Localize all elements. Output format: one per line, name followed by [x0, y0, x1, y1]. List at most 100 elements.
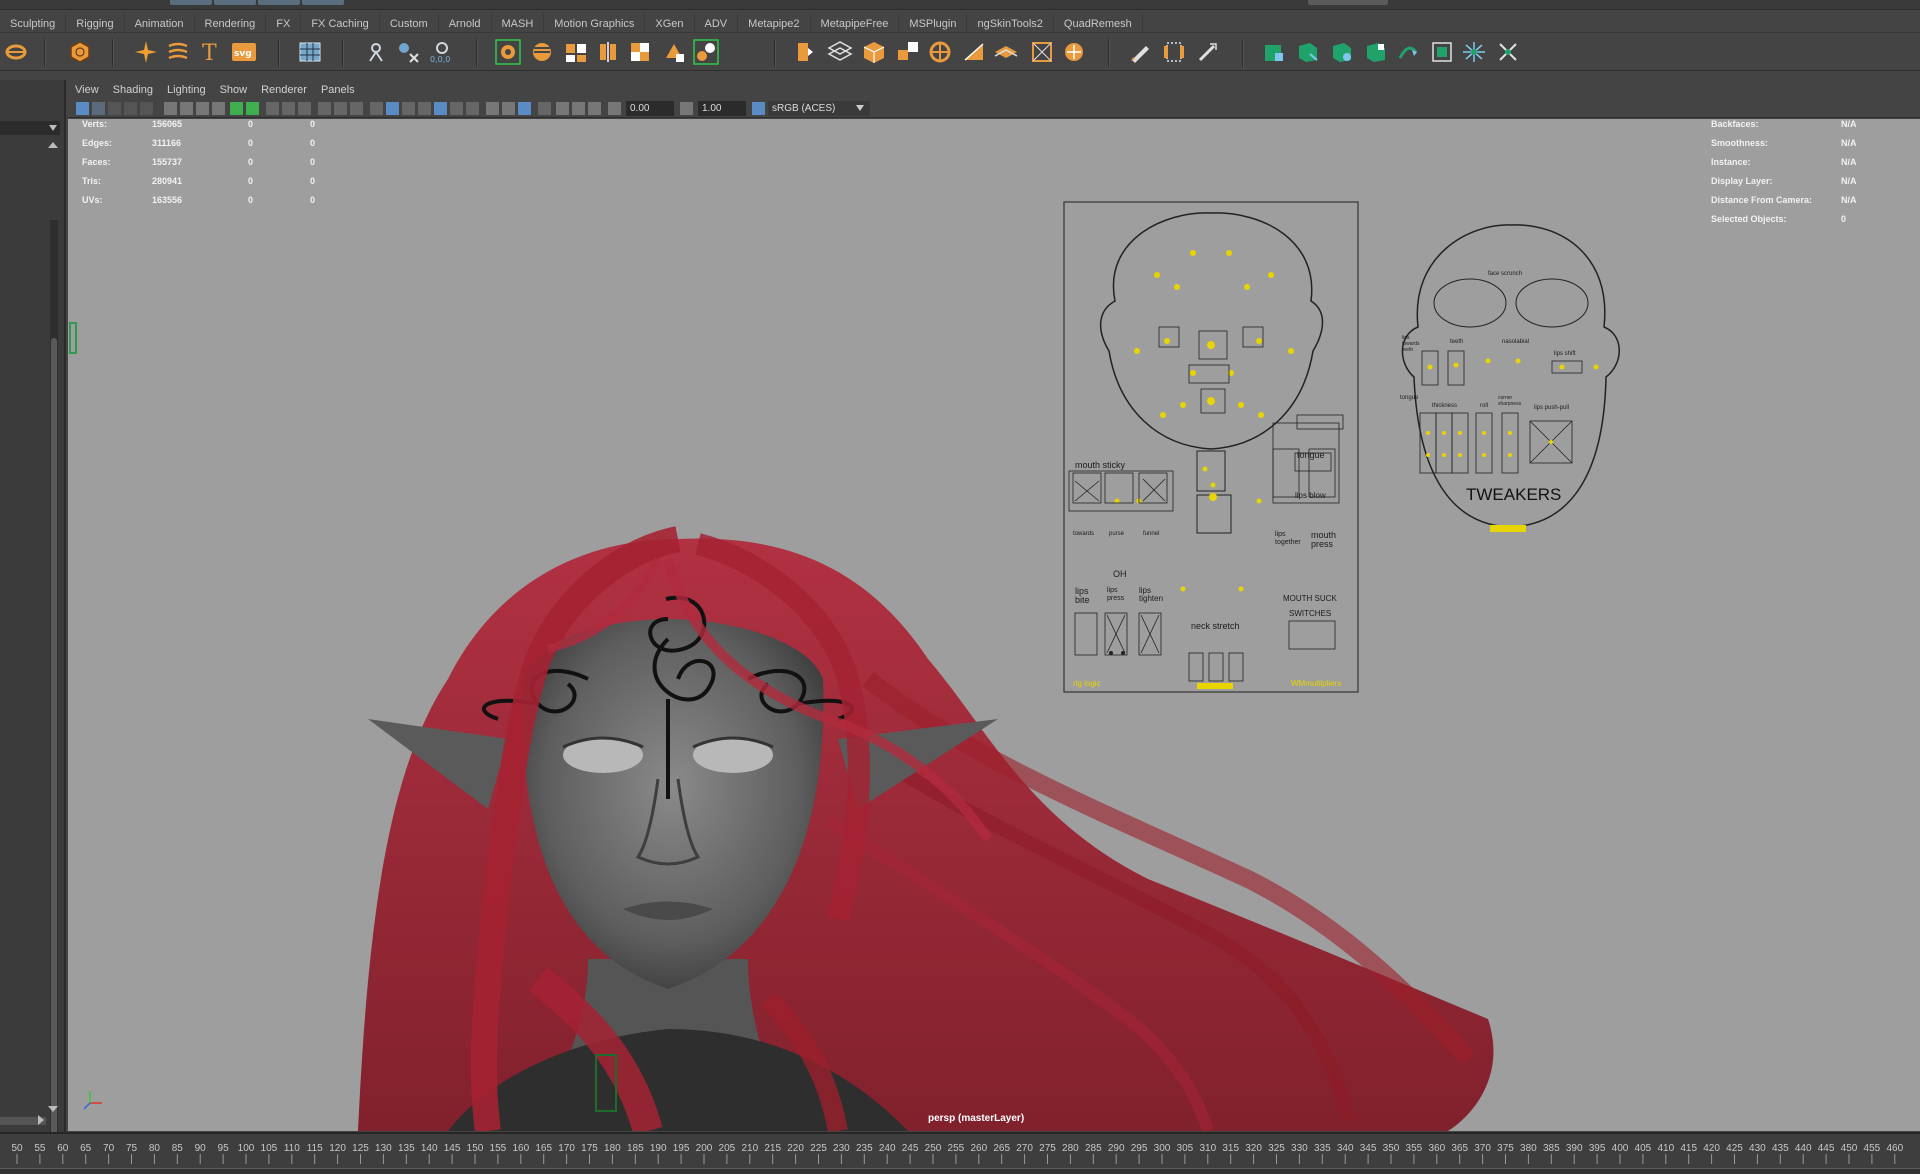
scroll-right-icon[interactable]	[38, 1115, 44, 1125]
connect-joint-icon[interactable]	[692, 38, 720, 66]
exposure-field[interactable]: 0.00	[626, 101, 674, 116]
camera-attributes-icon[interactable]	[92, 102, 105, 115]
textured-icon[interactable]	[386, 102, 399, 115]
shelf-tab-adv[interactable]: ADV	[695, 13, 739, 33]
bookmarks-icon[interactable]	[108, 102, 121, 115]
lattice-icon[interactable]	[826, 38, 854, 66]
grid-toggle-icon[interactable]	[266, 102, 279, 115]
isolate-select-icon[interactable]	[486, 102, 499, 115]
wrap-deformer-icon[interactable]	[860, 38, 888, 66]
color-management-icon[interactable]	[752, 102, 765, 115]
ik-handle-icon[interactable]	[394, 38, 422, 66]
blendshape-icon[interactable]	[660, 38, 688, 66]
rig-logic-label[interactable]: rig logic	[1073, 679, 1101, 688]
mirror-weights-icon[interactable]	[594, 38, 622, 66]
sparkle-icon[interactable]	[132, 38, 160, 66]
panel-menu-panels[interactable]: Panels	[314, 84, 362, 96]
constraint-point-icon[interactable]	[1260, 38, 1288, 66]
texture-deformer-icon[interactable]	[1060, 38, 1088, 66]
time-slider-range[interactable]	[0, 1168, 1920, 1174]
shelf-tab-mash[interactable]: MASH	[492, 13, 545, 33]
shadows-icon[interactable]	[418, 102, 431, 115]
film-gate-icon[interactable]	[196, 102, 209, 115]
polygon-sphere-icon[interactable]	[66, 38, 94, 66]
panel-menu-renderer[interactable]: Renderer	[254, 84, 314, 96]
image-plane-icon[interactable]	[124, 102, 137, 115]
shelf-tab-sculpting[interactable]: Sculpting	[0, 13, 67, 33]
2d-pan-zoom-icon[interactable]	[140, 102, 153, 115]
skin-detach-icon[interactable]	[528, 38, 556, 66]
field-chart-icon[interactable]	[246, 102, 259, 115]
sculpt-tool-icon[interactable]	[2, 38, 30, 66]
constraint-orient-icon[interactable]	[1328, 38, 1356, 66]
time-slider[interactable]: 50 55 60 65 70 75 80 85 90 95 100 105 110 115 120 125 13…	[0, 1132, 1920, 1174]
panel-menu-lighting[interactable]: Lighting	[160, 84, 213, 96]
delta-mush-icon[interactable]	[992, 38, 1020, 66]
shelf-tab-ngskintools2[interactable]: ngSkinTools2	[967, 13, 1054, 33]
resolution-gate-icon[interactable]	[212, 102, 225, 115]
shelf-tab-custom[interactable]: Custom	[380, 13, 439, 33]
shelf-tab-arnold[interactable]: Arnold	[439, 13, 492, 33]
constraint-normal-icon[interactable]	[1494, 38, 1522, 66]
set-driven-key-icon[interactable]	[1160, 38, 1188, 66]
xray-icon[interactable]	[370, 102, 383, 115]
exposure-icon[interactable]	[608, 102, 621, 115]
shelf-tab-metapipe2[interactable]: Metapipe2	[738, 13, 811, 33]
safe-action-icon[interactable]	[282, 102, 295, 115]
color-space-chevron-icon[interactable]	[856, 105, 864, 111]
skin-bind-icon[interactable]	[494, 38, 522, 66]
shelf-tab-animation[interactable]: Animation	[125, 13, 195, 33]
image-plane-toggle-icon[interactable]	[556, 102, 569, 115]
depth-of-field-icon[interactable]	[572, 102, 585, 115]
sculpt-deformer-icon[interactable]	[926, 38, 954, 66]
panel-menu-show[interactable]: Show	[213, 84, 255, 96]
xray-active-icon[interactable]	[518, 102, 531, 115]
joint-orient-icon[interactable]: 0,0,0	[428, 38, 456, 66]
constraint-scale-icon[interactable]	[1362, 38, 1390, 66]
color-space-dropdown[interactable]: sRGB (ACES)	[768, 101, 870, 116]
wm-multipliers-label[interactable]: WMmultipliers	[1291, 679, 1341, 688]
antialiasing-icon[interactable]	[466, 102, 479, 115]
shelf-tab-rendering[interactable]: Rendering	[195, 13, 267, 33]
uv-editor-icon[interactable]	[296, 38, 324, 66]
shrinkwrap-icon[interactable]	[1028, 38, 1056, 66]
shelf-tab-rigging[interactable]: Rigging	[66, 13, 125, 33]
scroll-up-icon[interactable]	[48, 142, 58, 148]
paint-weights-icon[interactable]	[562, 38, 590, 66]
3d-viewport[interactable]: Verts: 156065 0 0 Edges: 311166 0 0 Faces: 155737…	[68, 119, 1920, 1131]
motion-blur-icon[interactable]	[450, 102, 463, 115]
wire-deformer-icon[interactable]	[894, 38, 922, 66]
xray-joints-icon[interactable]	[502, 102, 515, 115]
hud-toggle-icon[interactable]	[538, 102, 551, 115]
camera-lock-icon[interactable]	[180, 102, 193, 115]
constraint-geometry-icon[interactable]	[1460, 38, 1488, 66]
wireframe-icon[interactable]	[318, 102, 331, 115]
panel-menu-view[interactable]: View	[68, 84, 106, 96]
shelf-tab-msplugin[interactable]: MSPlugin	[899, 13, 968, 33]
safe-title-icon[interactable]	[298, 102, 311, 115]
select-camera-icon[interactable]	[76, 102, 89, 115]
component-editor-icon[interactable]	[1194, 38, 1222, 66]
shelf-tab-fx[interactable]: FX	[266, 13, 302, 33]
grease-pencil-icon[interactable]	[164, 102, 177, 115]
left-panel-scrollbar[interactable]	[50, 220, 58, 1174]
shelf-tab-motion-graphics[interactable]: Motion Graphics	[544, 13, 646, 33]
lights-icon[interactable]	[402, 102, 415, 115]
smooth-shade-icon[interactable]	[334, 102, 347, 115]
shelf-tab-metapipefree[interactable]: MetapipeFree	[811, 13, 900, 33]
sweep-mesh-icon[interactable]	[164, 38, 192, 66]
shelf-tab-fx-caching[interactable]: FX Caching	[301, 13, 380, 33]
bend-deformer-icon[interactable]	[960, 38, 988, 66]
copy-weights-icon[interactable]	[626, 38, 654, 66]
time-slider-ruler[interactable]: 50 55 60 65 70 75 80 85 90 95 100 105 110 115 120 125 13…	[0, 1134, 1920, 1164]
ambient-occlusion-icon[interactable]	[434, 102, 447, 115]
type-tool-icon[interactable]: T	[196, 38, 224, 66]
constraint-pole-icon[interactable]	[1428, 38, 1456, 66]
panel-menu-shading[interactable]: Shading	[106, 84, 160, 96]
svg-tool-icon[interactable]: svg	[230, 38, 258, 66]
shelf-tab-xgen[interactable]: XGen	[645, 13, 695, 33]
scroll-down-icon[interactable]	[48, 1106, 58, 1112]
cluster-icon[interactable]	[790, 38, 818, 66]
constraint-parent-icon[interactable]	[1394, 38, 1422, 66]
cam-icon[interactable]	[588, 102, 601, 115]
